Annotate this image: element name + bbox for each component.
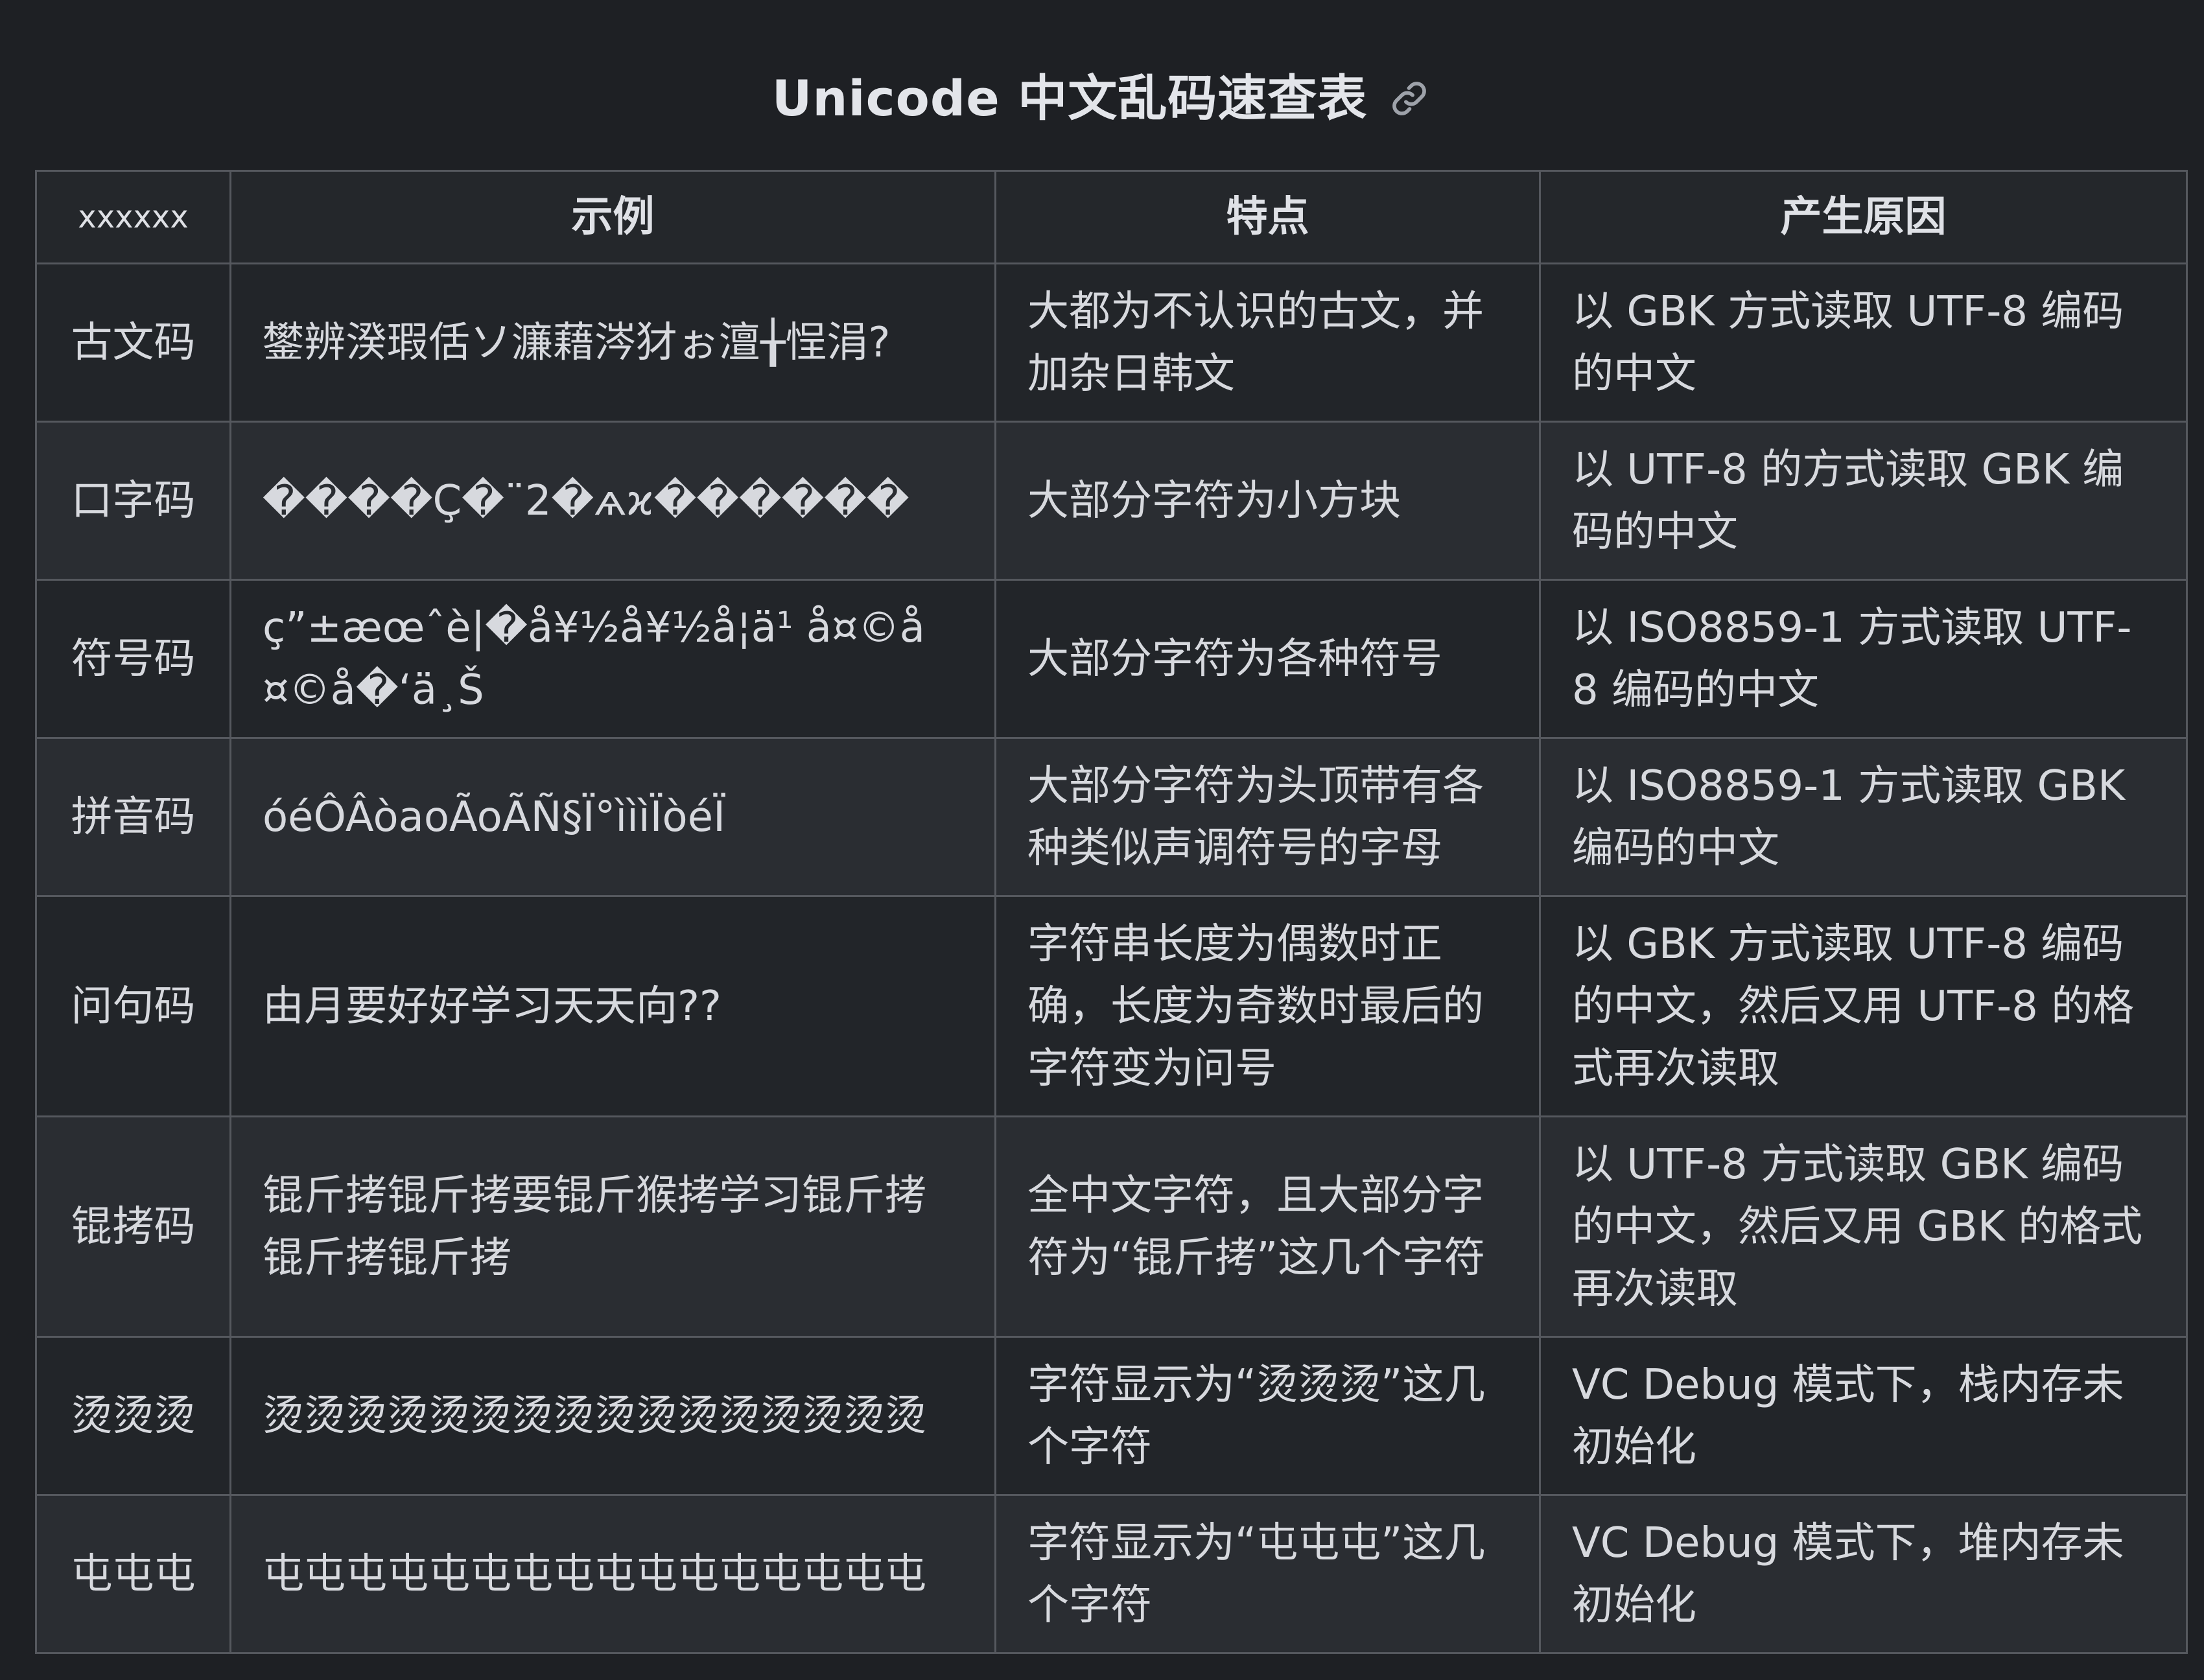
row-feature: 字符显示为“屯屯屯”这几个字符 [994,1494,1541,1654]
row-name: 拼音码 [35,737,231,897]
table-row: 问句码 由月要好好学习天天向?? 字符串长度为偶数时正确，长度为奇数时最后的字符… [35,895,2188,1117]
table-row: 锟拷码 锟斤拷锟斤拷要锟斤猴拷学习锟斤拷锟斤拷锟斤拷 全中文字符，且大部分字符为… [35,1115,2188,1338]
garbled-text-table: xxxxxx 示例 特点 产生原因 古文码 鐢辨湀瑕佸ソ濂藉涔犲ぉ澶╁悜涓? 大… [35,170,2188,1654]
row-feature: 字符显示为“烫烫烫”这几个字符 [994,1336,1541,1496]
row-name: 古文码 [35,262,231,423]
row-example: ç”±æœˆè|�å¥½å¥½å­¦ä¹ å¤©å¤©å�‘ä¸Š [229,579,996,739]
row-example: ����Ç�¨2�ѧϰ������ [229,421,996,581]
page-title: Unicode 中文乱码速查表 [771,69,1368,127]
table-row: 符号码 ç”±æœˆè|�å¥½å¥½å­¦ä¹ å¤©å¤©å�‘ä¸Š 大部… [35,579,2188,739]
table-row: 屯屯屯 屯屯屯屯屯屯屯屯屯屯屯屯屯屯屯屯 字符显示为“屯屯屯”这几个字符 VC … [35,1494,2188,1654]
column-header-feature: 特点 [994,170,1541,264]
row-cause: 以 GBK 方式读取 UTF-8 编码的中文 [1539,262,2188,423]
row-name: 屯屯屯 [35,1494,231,1654]
row-cause: VC Debug 模式下，栈内存未初始化 [1539,1336,2188,1496]
row-example: 锟斤拷锟斤拷要锟斤猴拷学习锟斤拷锟斤拷锟斤拷 [229,1115,996,1338]
row-feature: 全中文字符，且大部分字符为“锟斤拷”这几个字符 [994,1115,1541,1338]
row-feature: 大部分字符为头顶带有各种类似声调符号的字母 [994,737,1541,897]
row-feature: 字符串长度为偶数时正确，长度为奇数时最后的字符变为问号 [994,895,1541,1117]
table-row: 口字码 ����Ç�¨2�ѧϰ������ 大部分字符为小方块 以 UTF-8 … [35,421,2188,581]
column-header-example: 示例 [229,170,996,264]
row-example: 屯屯屯屯屯屯屯屯屯屯屯屯屯屯屯屯 [229,1494,996,1654]
table-header-row: xxxxxx 示例 特点 产生原因 [35,170,2188,264]
row-name: 问句码 [35,895,231,1117]
row-example: 由月要好好学习天天向?? [229,895,996,1117]
column-header-name: xxxxxx [35,170,231,264]
column-header-cause: 产生原因 [1539,170,2188,264]
row-name: 符号码 [35,579,231,739]
row-feature: 大都为不认识的古文，并加杂日韩文 [994,262,1541,423]
link-icon[interactable] [1387,76,1432,121]
row-cause: 以 ISO8859-1 方式读取 UTF-8 编码的中文 [1539,579,2188,739]
row-cause: 以 UTF-8 的方式读取 GBK 编码的中文 [1539,421,2188,581]
table-row: 拼音码 óéÔÂòaoÃoÃÑ§Ï°ìììÏòéÏ 大部分字符为头顶带有各种类似… [35,737,2188,897]
title-bar: Unicode 中文乱码速查表 [0,58,2204,130]
row-cause: 以 GBK 方式读取 UTF-8 编码的中文，然后又用 UTF-8 的格式再次读… [1539,895,2188,1117]
row-example: 鐢辨湀瑕佸ソ濂藉涔犲ぉ澶╁悜涓? [229,262,996,423]
row-example: óéÔÂòaoÃoÃÑ§Ï°ìììÏòéÏ [229,737,996,897]
row-feature: 大部分字符为各种符号 [994,579,1541,739]
table-row: 烫烫烫 烫烫烫烫烫烫烫烫烫烫烫烫烫烫烫烫 字符显示为“烫烫烫”这几个字符 VC … [35,1336,2188,1496]
row-name: 口字码 [35,421,231,581]
row-cause: 以 UTF-8 方式读取 GBK 编码的中文，然后又用 GBK 的格式再次读取 [1539,1115,2188,1338]
row-name: 烫烫烫 [35,1336,231,1496]
row-name: 锟拷码 [35,1115,231,1338]
row-example: 烫烫烫烫烫烫烫烫烫烫烫烫烫烫烫烫 [229,1336,996,1496]
row-cause: 以 ISO8859-1 方式读取 GBK 编码的中文 [1539,737,2188,897]
row-feature: 大部分字符为小方块 [994,421,1541,581]
row-cause: VC Debug 模式下，堆内存未初始化 [1539,1494,2188,1654]
table-row: 古文码 鐢辨湀瑕佸ソ濂藉涔犲ぉ澶╁悜涓? 大都为不认识的古文，并加杂日韩文 以 … [35,262,2188,423]
